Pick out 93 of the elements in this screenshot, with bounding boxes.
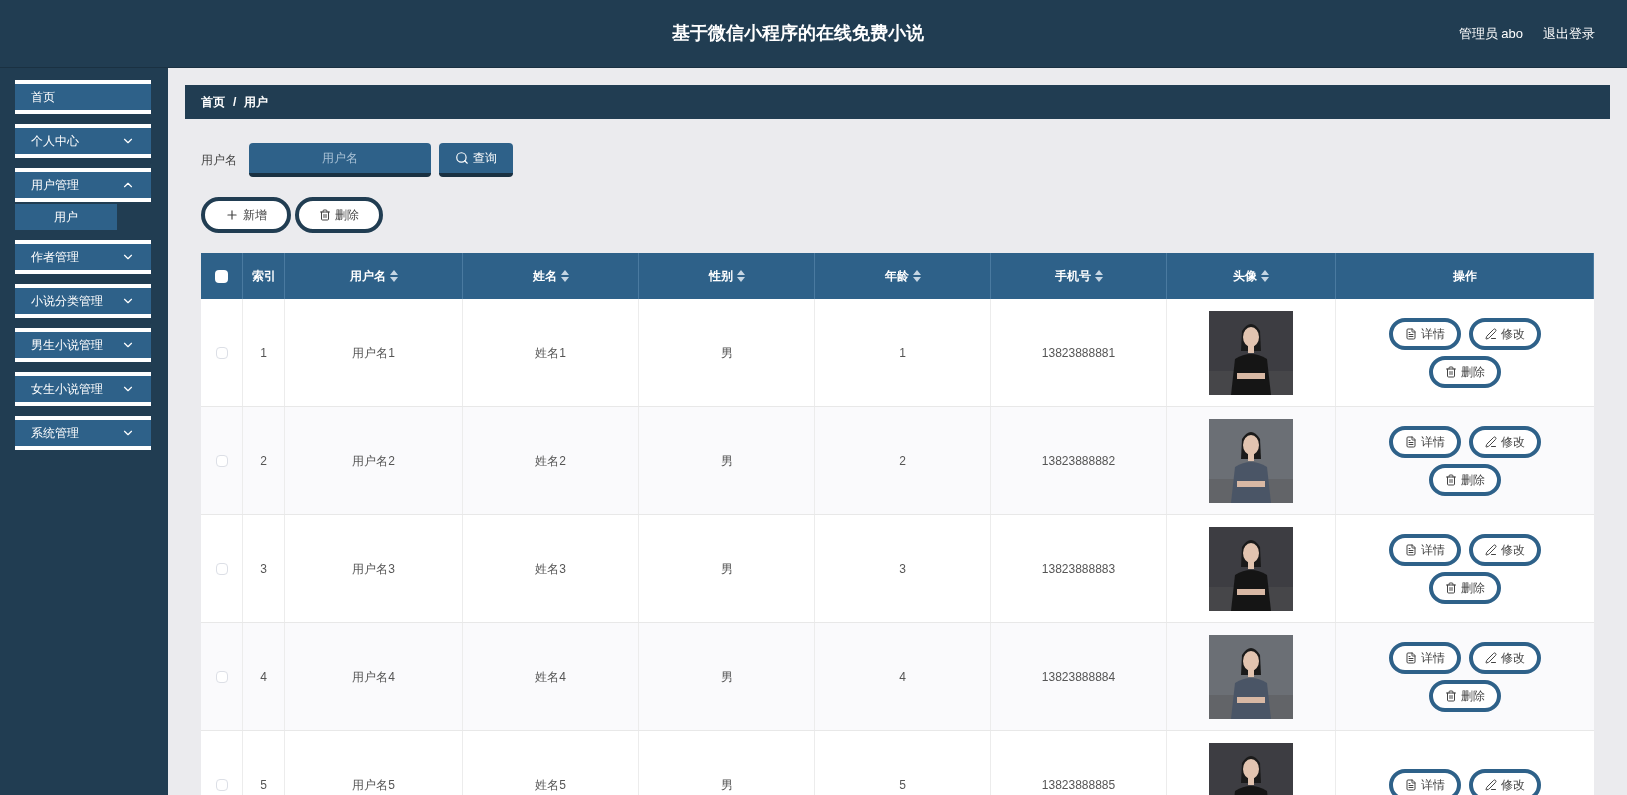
table-cell-text: 13823888883 bbox=[1041, 560, 1116, 578]
delete-button[interactable]: 删除 bbox=[1429, 571, 1501, 604]
table-cell-text: 姓名3 bbox=[535, 560, 566, 578]
table-cell-text: 13823888884 bbox=[1041, 668, 1116, 686]
search-label: 用户名 bbox=[201, 152, 237, 169]
detail-button[interactable]: 详情 bbox=[1389, 425, 1461, 458]
select-all-checkbox[interactable] bbox=[215, 269, 228, 283]
trash-icon bbox=[1445, 365, 1457, 378]
detail-button[interactable]: 详情 bbox=[1389, 533, 1461, 566]
sort-icon bbox=[912, 270, 921, 282]
table-cell-text: 男 bbox=[720, 560, 733, 578]
sidebar-item[interactable]: 系统管理 bbox=[15, 416, 151, 450]
pen-icon bbox=[1485, 543, 1497, 556]
site-title: 基于微信小程序的在线免费小说 bbox=[671, 22, 924, 45]
trash-icon bbox=[1445, 689, 1457, 702]
add-button[interactable]: 新增 bbox=[201, 197, 291, 233]
table-cell-text: 姓名2 bbox=[535, 452, 566, 470]
table-cell-text: 2 bbox=[899, 452, 906, 470]
sidebar-item[interactable]: 用户管理 bbox=[15, 168, 151, 202]
table-cell-text: 1 bbox=[260, 344, 267, 362]
search-button[interactable]: 查询 bbox=[439, 143, 513, 177]
sidebar-item[interactable]: 女生小说管理 bbox=[15, 372, 151, 406]
row-checkbox[interactable] bbox=[215, 562, 228, 575]
table-cell-text: 姓名4 bbox=[535, 668, 566, 686]
plus-icon bbox=[225, 208, 239, 222]
edit-button[interactable]: 修改 bbox=[1469, 317, 1541, 350]
table-cell-text: 5 bbox=[899, 776, 906, 794]
table-cell-text: 13823888881 bbox=[1041, 344, 1116, 362]
table-cell-text: 男 bbox=[720, 776, 733, 794]
table-cell-text: 用户名2 bbox=[352, 452, 395, 470]
table-cell-text: 2 bbox=[260, 452, 267, 470]
sort-icon bbox=[1094, 270, 1103, 282]
search-icon bbox=[455, 151, 469, 165]
detail-button[interactable]: 详情 bbox=[1389, 641, 1461, 674]
pen-icon bbox=[1485, 778, 1497, 791]
sidebar-item[interactable]: 首页 bbox=[15, 80, 151, 114]
table-cell-text: 用户名4 bbox=[352, 668, 395, 686]
row-checkbox[interactable] bbox=[215, 346, 228, 359]
pen-icon bbox=[1485, 651, 1497, 664]
pen-icon bbox=[1485, 435, 1497, 448]
search-field[interactable]: 用户名 bbox=[249, 143, 431, 177]
document-icon bbox=[1405, 543, 1417, 556]
document-icon bbox=[1405, 651, 1417, 664]
row-checkbox[interactable] bbox=[215, 454, 228, 467]
sort-icon bbox=[1261, 270, 1269, 282]
row-checkbox[interactable] bbox=[215, 670, 228, 683]
sidebar-item[interactable]: 作者管理 bbox=[15, 240, 151, 274]
sort-icon bbox=[389, 270, 398, 282]
sidebar-subitem[interactable]: 用户 bbox=[15, 204, 117, 230]
table-cell-text: 4 bbox=[260, 668, 267, 686]
detail-button[interactable]: 详情 bbox=[1389, 768, 1461, 795]
breadcrumb-item[interactable]: 首页 bbox=[201, 93, 225, 111]
edit-button[interactable]: 修改 bbox=[1469, 533, 1541, 566]
table-cell-text: 13823888885 bbox=[1041, 776, 1116, 794]
delete-button[interactable]: 删除 bbox=[1429, 355, 1501, 388]
breadcrumb-separator: / bbox=[233, 94, 237, 111]
edit-button[interactable]: 修改 bbox=[1469, 641, 1541, 674]
sidebar-item[interactable]: 小说分类管理 bbox=[15, 284, 151, 318]
table-cell-text: 姓名5 bbox=[535, 776, 566, 794]
sidebar-item[interactable]: 个人中心 bbox=[15, 124, 151, 158]
table-cell-text: 用户名1 bbox=[352, 344, 395, 362]
sort-icon bbox=[560, 270, 569, 282]
edit-button[interactable]: 修改 bbox=[1469, 425, 1541, 458]
table-cell-text: 男 bbox=[720, 344, 733, 362]
edit-button[interactable]: 修改 bbox=[1469, 768, 1541, 795]
delete-button[interactable]: 删除 bbox=[295, 197, 383, 233]
table-cell-text: 用户名3 bbox=[352, 560, 395, 578]
document-icon bbox=[1405, 327, 1417, 340]
detail-button[interactable]: 详情 bbox=[1389, 317, 1461, 350]
table-cell-text: 3 bbox=[260, 560, 267, 578]
table-cell-text: 13823888882 bbox=[1041, 452, 1116, 470]
delete-button[interactable]: 删除 bbox=[1429, 679, 1501, 712]
trash-icon bbox=[319, 209, 331, 221]
pen-icon bbox=[1485, 327, 1497, 340]
table-cell-text: 男 bbox=[720, 668, 733, 686]
breadcrumb-item[interactable]: 用户 bbox=[244, 93, 269, 111]
document-icon bbox=[1405, 778, 1417, 791]
sidebar-item[interactable]: 男生小说管理 bbox=[15, 328, 151, 362]
row-checkbox[interactable] bbox=[215, 778, 228, 791]
delete-button[interactable]: 删除 bbox=[1429, 463, 1501, 496]
table-cell-text: 3 bbox=[899, 560, 906, 578]
table-cell-text: 姓名1 bbox=[535, 344, 566, 362]
table-cell-text: 4 bbox=[899, 668, 906, 686]
table-cell-text: 1 bbox=[899, 344, 906, 362]
trash-icon bbox=[1445, 473, 1457, 486]
sort-icon bbox=[736, 270, 745, 282]
table-cell-text: 男 bbox=[720, 452, 733, 470]
trash-icon bbox=[1445, 581, 1457, 594]
user-label: 管理员 abo bbox=[1458, 24, 1523, 43]
logout-link[interactable]: 退出登录 bbox=[1543, 23, 1595, 44]
document-icon bbox=[1405, 435, 1417, 448]
table-cell-text: 5 bbox=[260, 776, 267, 794]
table-cell-text: 用户名5 bbox=[352, 776, 395, 794]
